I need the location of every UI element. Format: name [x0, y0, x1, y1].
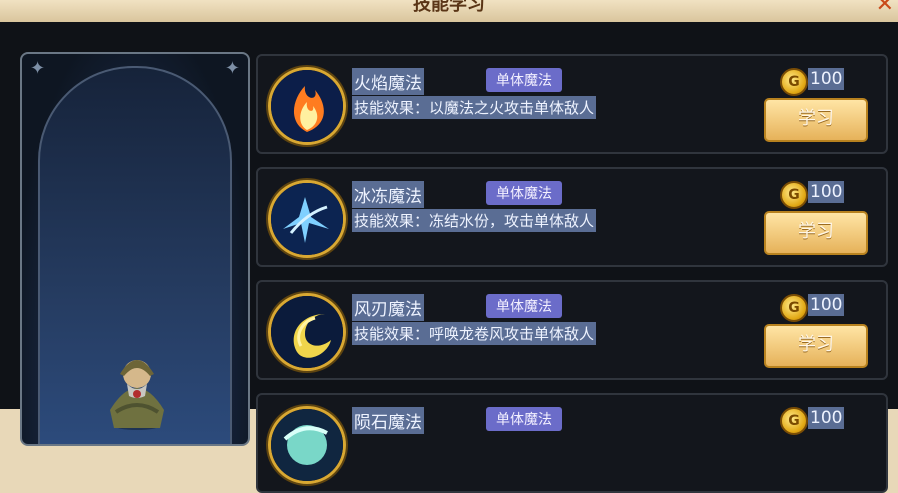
ornament-icon: ✦	[30, 58, 46, 79]
npc-portrait-panel: ✦ ✦	[20, 52, 250, 446]
skill-card-fire: 火焰魔法 单体魔法 技能效果：以魔法之火攻击单体敌人 G 100 学习	[256, 54, 888, 154]
ice-icon	[268, 180, 346, 258]
skill-card-wind: 风刃魔法 单体魔法 技能效果：呼唤龙卷风攻击单体敌人 G 100 学习	[256, 280, 888, 380]
skill-type-badge: 单体魔法	[486, 181, 562, 205]
skill-effect: 技能效果：呼唤龙卷风攻击单体敌人	[352, 322, 597, 345]
window-title: 技能学习	[413, 0, 485, 15]
skill-card-ice: 冰冻魔法 单体魔法 技能效果：冻结水份，攻击单体敌人 G 100 学习	[256, 167, 888, 267]
skill-window: ✦ ✦ 火焰魔法 单体魔法 技能效果：以魔法之火攻击单体敌人 G 100 学习 …	[0, 22, 898, 493]
gold-coin-icon: G	[780, 407, 808, 435]
skill-name: 火焰魔法	[352, 68, 424, 95]
title-bar: 技能学习 ✕	[0, 0, 898, 24]
skill-cost: 100	[808, 407, 845, 429]
skill-cost: 100	[808, 294, 845, 316]
close-icon[interactable]: ✕	[876, 0, 894, 17]
skill-type-badge: 单体魔法	[486, 407, 562, 431]
gold-coin-icon: G	[780, 181, 808, 209]
gold-coin-icon: G	[780, 294, 808, 322]
skill-name: 冰冻魔法	[352, 181, 424, 208]
skill-effect: 技能效果：冻结水份，攻击单体敌人	[352, 209, 597, 232]
skill-name: 陨石魔法	[352, 407, 424, 434]
skill-cost: 100	[808, 181, 845, 203]
ornament-icon: ✦	[224, 58, 240, 79]
skill-type-badge: 单体魔法	[486, 294, 562, 318]
skill-card-meteor: 陨石魔法 单体魔法 G 100	[256, 393, 888, 493]
skill-effect: 技能效果：以魔法之火攻击单体敌人	[352, 96, 597, 119]
fire-icon	[268, 67, 346, 145]
skill-cost: 100	[808, 68, 845, 90]
gold-coin-icon: G	[780, 68, 808, 96]
wind-blade-icon	[268, 293, 346, 371]
npc-character	[110, 360, 164, 430]
skill-type-badge: 单体魔法	[486, 68, 562, 92]
meteor-icon	[268, 406, 346, 484]
learn-button[interactable]: 学习	[764, 324, 868, 368]
skill-list: 火焰魔法 单体魔法 技能效果：以魔法之火攻击单体敌人 G 100 学习 冰冻魔法…	[256, 54, 888, 493]
learn-button[interactable]: 学习	[764, 98, 868, 142]
learn-button[interactable]: 学习	[764, 211, 868, 255]
skill-name: 风刃魔法	[352, 294, 424, 321]
